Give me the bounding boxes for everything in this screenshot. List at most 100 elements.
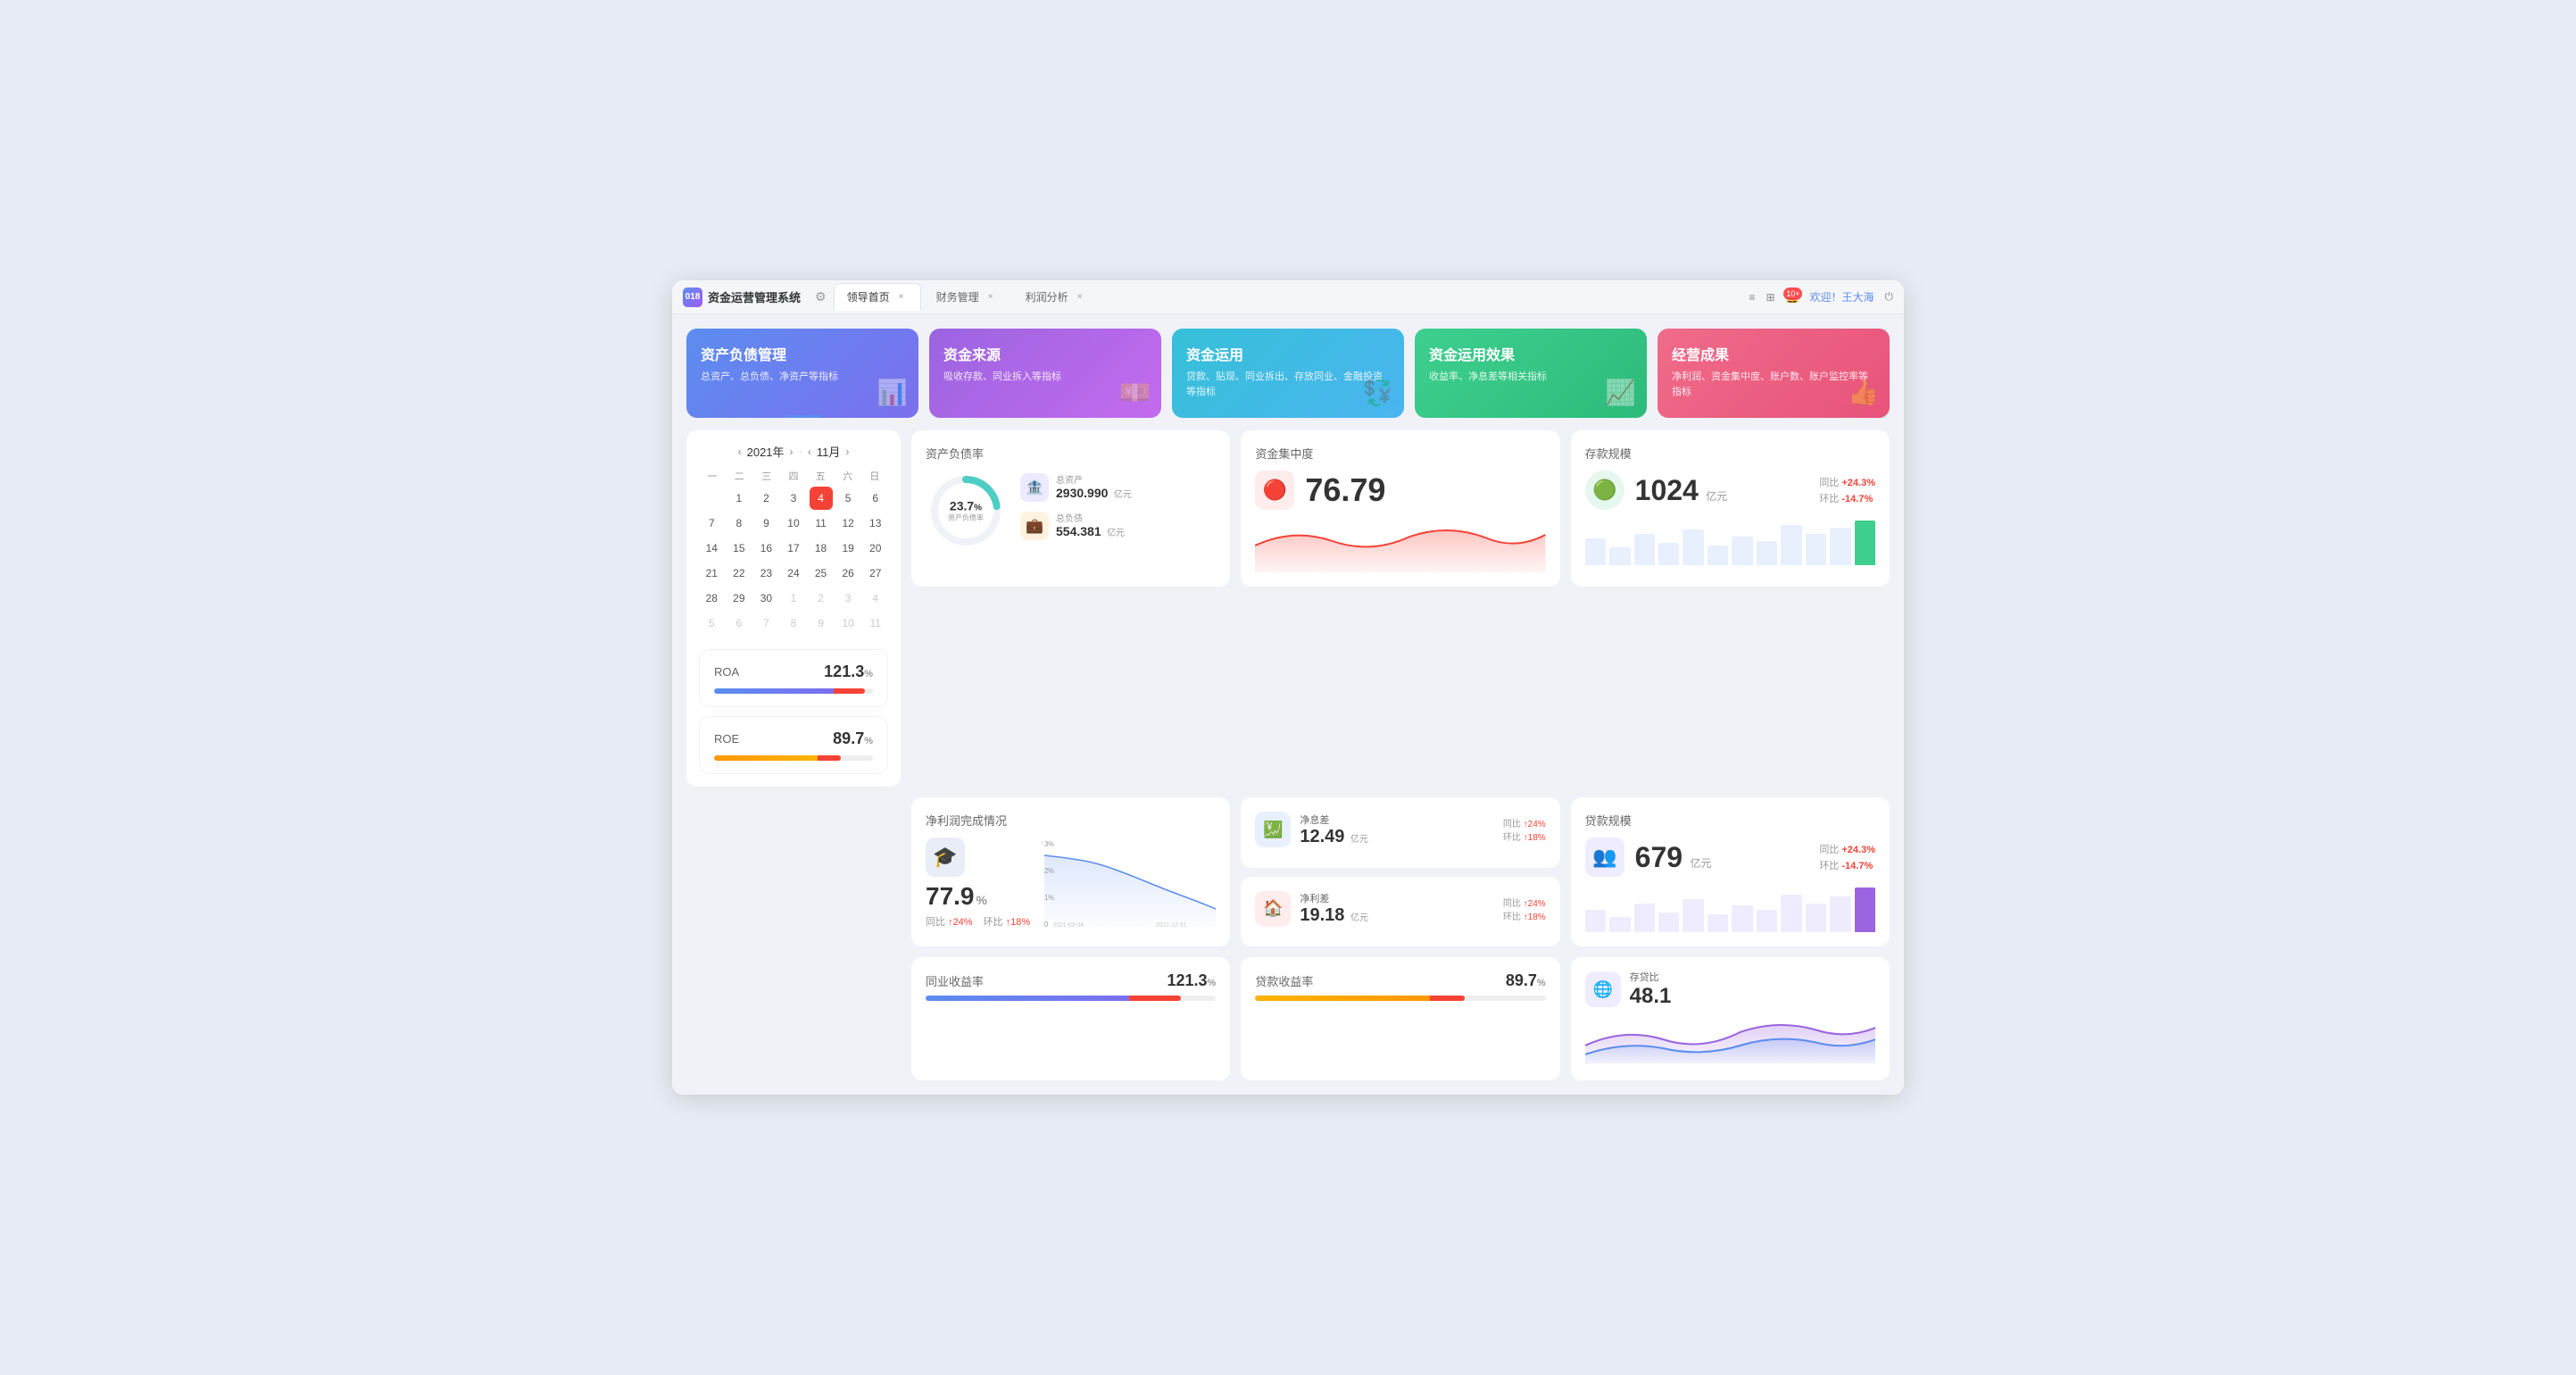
nis-value: 19.18 bbox=[1300, 905, 1344, 925]
roa-value: 121.3% bbox=[824, 662, 873, 681]
cal-day[interactable]: 13 bbox=[864, 512, 887, 535]
cal-day[interactable]: 18 bbox=[810, 537, 833, 560]
donut-center: 23.7% 资产负债率 bbox=[948, 499, 984, 523]
cal-day[interactable]: 19 bbox=[836, 537, 860, 560]
cal-day[interactable]: 1 bbox=[727, 487, 751, 510]
settings-icon[interactable]: ⚙ bbox=[815, 289, 827, 304]
cal-day[interactable]: 15 bbox=[727, 537, 751, 560]
cal-day[interactable]: 10 bbox=[836, 612, 860, 635]
deposit-scale-title: 存款规模 bbox=[1585, 445, 1875, 462]
cal-day[interactable]: 2 bbox=[810, 587, 833, 610]
top-card-asset[interactable]: 资产负债管理 总资产、总负债、净资产等指标 📊 bbox=[686, 329, 918, 418]
cal-day[interactable]: 6 bbox=[864, 487, 887, 510]
cal-day[interactable]: 14 bbox=[700, 537, 723, 560]
cal-day[interactable]: 22 bbox=[727, 562, 751, 585]
net-profit-title: 净利润完成情况 bbox=[926, 812, 1216, 829]
tab-profit[interactable]: 利润分析 × bbox=[1012, 283, 1100, 311]
cal-day[interactable]: 27 bbox=[864, 562, 887, 585]
deposit-value: 1024 bbox=[1635, 474, 1699, 506]
top-card-result[interactable]: 经营成果 净利润、资金集中度、账户数、账户监控率等指标 👍 bbox=[1658, 329, 1890, 418]
cal-day[interactable]: 23 bbox=[754, 562, 777, 585]
cal-day[interactable]: 9 bbox=[810, 612, 833, 635]
cal-day-today[interactable]: 4 bbox=[810, 487, 833, 510]
nis-card: 🏠 净利差 19.18 亿元 同比 ↑24% 环比 ↑18% bbox=[1241, 877, 1559, 947]
cal-day[interactable]: 21 bbox=[700, 562, 723, 585]
cal-day[interactable]: 9 bbox=[754, 512, 777, 535]
cal-day[interactable]: 2 bbox=[754, 487, 777, 510]
cal-day[interactable]: 30 bbox=[754, 587, 777, 610]
prev-year[interactable]: ‹ bbox=[738, 446, 742, 458]
cal-day[interactable]: 6 bbox=[727, 612, 751, 635]
ltd-header: 🌐 存贷比 48.1 bbox=[1585, 970, 1875, 1009]
menu-icon[interactable]: ≡ bbox=[1749, 291, 1755, 304]
tab-close-home[interactable]: × bbox=[895, 291, 908, 304]
cal-day[interactable]: 12 bbox=[836, 512, 860, 535]
top-card-fund-effect[interactable]: 资金运用效果 收益率、净息差等相关指标 📈 bbox=[1415, 329, 1647, 418]
app-title: 资金运营管理系统 bbox=[708, 288, 801, 305]
notification-icon[interactable]: 🔔 10+ bbox=[1786, 291, 1799, 304]
cal-day[interactable] bbox=[700, 487, 723, 510]
app-logo: 018 资金运营管理系统 bbox=[683, 288, 801, 307]
cal-day[interactable]: 3 bbox=[782, 487, 805, 510]
loan-yield-header: 贷款收益率 89.7% bbox=[1255, 971, 1545, 990]
cal-day[interactable]: 1 bbox=[782, 587, 805, 610]
cal-day[interactable]: 26 bbox=[836, 562, 860, 585]
svg-text:3%: 3% bbox=[1044, 840, 1054, 848]
top-card-result-desc: 净利润、资金集中度、账户数、账户监控率等指标 bbox=[1672, 370, 1875, 399]
nis-inner: 🏠 净利差 19.18 亿元 同比 ↑24% 环比 ↑18% bbox=[1255, 891, 1545, 927]
fund-concentration-inner: 🔴 76.79 bbox=[1255, 471, 1545, 510]
top-card-fund-source[interactable]: 资金来源 吸收存款、同业拆入等指标 💴 bbox=[929, 329, 1161, 418]
asset-stats: 🏦 总资产 2930.990 亿元 💼 bbox=[1020, 472, 1216, 549]
prev-month[interactable]: ‹ bbox=[808, 446, 811, 458]
tab-home[interactable]: 领导首页 × bbox=[834, 283, 921, 311]
cal-day[interactable]: 8 bbox=[727, 512, 751, 535]
total-assets-value: 2930.990 bbox=[1056, 486, 1108, 500]
cal-day[interactable]: 28 bbox=[700, 587, 723, 610]
cal-day[interactable]: 11 bbox=[864, 612, 887, 635]
roe-value: 89.7% bbox=[833, 729, 873, 748]
tab-close-finance[interactable]: × bbox=[985, 291, 997, 304]
next-month[interactable]: › bbox=[845, 446, 849, 458]
top-card-fund-use[interactable]: 资金运用 贷款、贴现、同业拆出、存放同业、金融投资等指标 💱 bbox=[1172, 329, 1404, 418]
title-bar-actions: ≡ ⊞ 🔔 10+ 欢迎！王大海 ⏻ bbox=[1749, 289, 1893, 304]
active-indicator bbox=[785, 415, 820, 418]
logout-icon[interactable]: ⏻ bbox=[1885, 290, 1894, 304]
cal-day[interactable]: 29 bbox=[727, 587, 751, 610]
grid-icon[interactable]: ⊞ bbox=[1766, 291, 1774, 304]
cal-day[interactable]: 16 bbox=[754, 537, 777, 560]
cal-day[interactable]: 7 bbox=[700, 512, 723, 535]
cal-day[interactable]: 11 bbox=[810, 512, 833, 535]
cal-day[interactable]: 8 bbox=[782, 612, 805, 635]
tab-close-profit[interactable]: × bbox=[1074, 291, 1086, 304]
net-profit-icon: 🎓 bbox=[926, 838, 965, 877]
fund-concentration-chart bbox=[1255, 519, 1545, 572]
cal-day[interactable]: 20 bbox=[864, 537, 887, 560]
asset-liability-card: 资产负债率 23.7% 资产负债率 bbox=[911, 430, 1230, 587]
net-profit-card: 净利润完成情况 🎓 77.9% 同比 ↑24% 环比 ↑18% bbox=[911, 797, 1230, 946]
cal-day[interactable]: 7 bbox=[754, 612, 777, 635]
deposit-scale-card: 存款规模 🟢 1024 亿元 同比 +24.3% 环比 bbox=[1571, 430, 1890, 587]
loan-yield-progress bbox=[1255, 996, 1545, 1001]
asset-liability-title: 资产负债率 bbox=[926, 445, 1216, 462]
cal-day[interactable]: 25 bbox=[810, 562, 833, 585]
loan-deposit-ratio-card: 🌐 存贷比 48.1 bbox=[1571, 957, 1890, 1080]
cal-day[interactable]: 24 bbox=[782, 562, 805, 585]
cal-day[interactable]: 4 bbox=[864, 587, 887, 610]
tab-finance[interactable]: 财务管理 × bbox=[923, 283, 1010, 311]
roe-section: ROE 89.7% bbox=[699, 716, 888, 774]
cal-day[interactable]: 3 bbox=[836, 587, 860, 610]
deposit-bar-chart bbox=[1585, 521, 1875, 565]
ltd-label: 存贷比 bbox=[1630, 970, 1672, 984]
loan-scale-inner: 👥 679 亿元 同比 +24.3% 环比 -14.7% bbox=[1585, 838, 1875, 877]
user-label[interactable]: 欢迎！王大海 bbox=[1809, 289, 1874, 304]
next-year[interactable]: › bbox=[790, 446, 794, 458]
roe-card: ROE 89.7% bbox=[699, 716, 888, 774]
cal-day[interactable]: 5 bbox=[836, 487, 860, 510]
cal-day[interactable]: 10 bbox=[782, 512, 805, 535]
cal-day[interactable]: 17 bbox=[782, 537, 805, 560]
net-profit-stats: 同比 ↑24% 环比 ↑18% bbox=[926, 914, 1030, 929]
top-cards: 资产负债管理 总资产、总负债、净资产等指标 📊 资金来源 吸收存款、同业拆入等指… bbox=[686, 329, 1890, 418]
cal-day[interactable]: 5 bbox=[700, 612, 723, 635]
total-liabilities-info: 总负债 554.381 亿元 bbox=[1056, 511, 1125, 540]
browser-window: 018 资金运营管理系统 ⚙ 领导首页 × 财务管理 × 利润分析 × ≡ ⊞ … bbox=[672, 280, 1904, 1095]
